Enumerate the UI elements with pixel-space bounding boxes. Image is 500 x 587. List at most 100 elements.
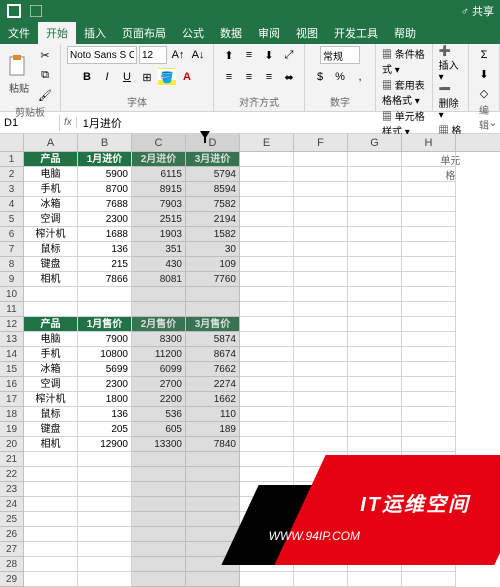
cell[interactable] [78, 512, 132, 527]
cell[interactable]: 189 [186, 422, 240, 437]
cell[interactable]: 2月售价 [132, 317, 186, 332]
column-header-E[interactable]: E [240, 134, 294, 151]
cell[interactable] [24, 482, 78, 497]
cell[interactable] [348, 407, 402, 422]
align-center-button[interactable]: ≡ [240, 68, 258, 86]
font-name-select[interactable] [67, 46, 137, 64]
cell[interactable]: 11200 [132, 347, 186, 362]
cell[interactable] [294, 242, 348, 257]
row-header-9[interactable]: 9 [0, 272, 24, 287]
cell[interactable] [78, 497, 132, 512]
cell[interactable] [240, 347, 294, 362]
cell[interactable] [348, 317, 402, 332]
cell[interactable] [186, 572, 240, 587]
cell[interactable] [348, 242, 402, 257]
cell[interactable]: 7900 [78, 332, 132, 347]
cell[interactable] [186, 287, 240, 302]
cell[interactable] [348, 287, 402, 302]
cell[interactable]: 8674 [186, 347, 240, 362]
cell[interactable] [132, 527, 186, 542]
cell[interactable]: 30 [186, 242, 240, 257]
cell[interactable] [348, 452, 402, 467]
row-header-20[interactable]: 20 [0, 437, 24, 452]
font-size-select[interactable] [139, 46, 167, 64]
cell[interactable]: 7688 [78, 197, 132, 212]
cell[interactable]: 冰箱 [24, 362, 78, 377]
percent-button[interactable]: % [331, 68, 349, 86]
cell[interactable] [294, 527, 348, 542]
column-header-H[interactable]: H [402, 134, 456, 151]
cell[interactable] [402, 377, 456, 392]
row-header-14[interactable]: 14 [0, 347, 24, 362]
row-header-26[interactable]: 26 [0, 527, 24, 542]
cell[interactable] [186, 482, 240, 497]
cell[interactable] [402, 422, 456, 437]
cell[interactable] [240, 572, 294, 587]
cell[interactable] [186, 467, 240, 482]
cell[interactable] [348, 197, 402, 212]
cell[interactable] [402, 482, 456, 497]
cell[interactable] [186, 302, 240, 317]
row-header-15[interactable]: 15 [0, 362, 24, 377]
cell[interactable] [402, 557, 456, 572]
fill-color-button[interactable]: 🪣 [158, 68, 176, 86]
cell[interactable] [186, 527, 240, 542]
cell[interactable]: 12900 [78, 437, 132, 452]
cell[interactable]: 536 [132, 407, 186, 422]
row-header-25[interactable]: 25 [0, 512, 24, 527]
cell[interactable] [24, 557, 78, 572]
cell[interactable] [294, 392, 348, 407]
cell[interactable]: 空调 [24, 377, 78, 392]
column-header-B[interactable]: B [78, 134, 132, 151]
cell[interactable]: 2月进价 [132, 152, 186, 167]
column-header-D[interactable]: D [186, 134, 240, 151]
cell[interactable] [240, 497, 294, 512]
cell[interactable] [348, 347, 402, 362]
cell[interactable] [348, 467, 402, 482]
cell[interactable]: 手机 [24, 347, 78, 362]
cell[interactable] [402, 467, 456, 482]
cell[interactable] [294, 557, 348, 572]
cell[interactable] [240, 437, 294, 452]
cell[interactable]: 430 [132, 257, 186, 272]
cell[interactable] [402, 257, 456, 272]
cell[interactable] [24, 572, 78, 587]
align-middle-button[interactable]: ≡ [240, 46, 258, 64]
cell[interactable]: 10800 [78, 347, 132, 362]
align-left-button[interactable]: ≡ [220, 68, 238, 86]
cell[interactable] [78, 482, 132, 497]
cell[interactable] [294, 287, 348, 302]
border-button[interactable]: ⊞ [138, 68, 156, 86]
cell[interactable]: 电脑 [24, 332, 78, 347]
cell[interactable]: 7582 [186, 197, 240, 212]
row-header-19[interactable]: 19 [0, 422, 24, 437]
cell[interactable] [294, 257, 348, 272]
cell[interactable] [24, 302, 78, 317]
cell[interactable]: 榨汁机 [24, 392, 78, 407]
cell[interactable] [240, 452, 294, 467]
cell[interactable]: 5794 [186, 167, 240, 182]
conditional-format-button[interactable]: ▦ 条件格式 ▾ [382, 46, 426, 76]
column-header-G[interactable]: G [348, 134, 402, 151]
cell[interactable]: 7840 [186, 437, 240, 452]
merge-button[interactable]: ⬌ [280, 68, 298, 86]
shrink-font-button[interactable]: A↓ [189, 46, 207, 64]
row-header-18[interactable]: 18 [0, 407, 24, 422]
cell[interactable]: 136 [78, 407, 132, 422]
row-header-8[interactable]: 8 [0, 257, 24, 272]
cell[interactable] [348, 572, 402, 587]
cell[interactable] [402, 572, 456, 587]
column-header-F[interactable]: F [294, 134, 348, 151]
cell[interactable] [240, 527, 294, 542]
cell[interactable]: 110 [186, 407, 240, 422]
bold-button[interactable]: B [78, 68, 96, 86]
cell[interactable]: 7866 [78, 272, 132, 287]
cell[interactable] [132, 572, 186, 587]
row-header-21[interactable]: 21 [0, 452, 24, 467]
cell[interactable] [132, 497, 186, 512]
cell[interactable] [294, 452, 348, 467]
cell[interactable] [294, 482, 348, 497]
cell[interactable] [78, 302, 132, 317]
cell[interactable] [294, 407, 348, 422]
cell[interactable] [240, 482, 294, 497]
